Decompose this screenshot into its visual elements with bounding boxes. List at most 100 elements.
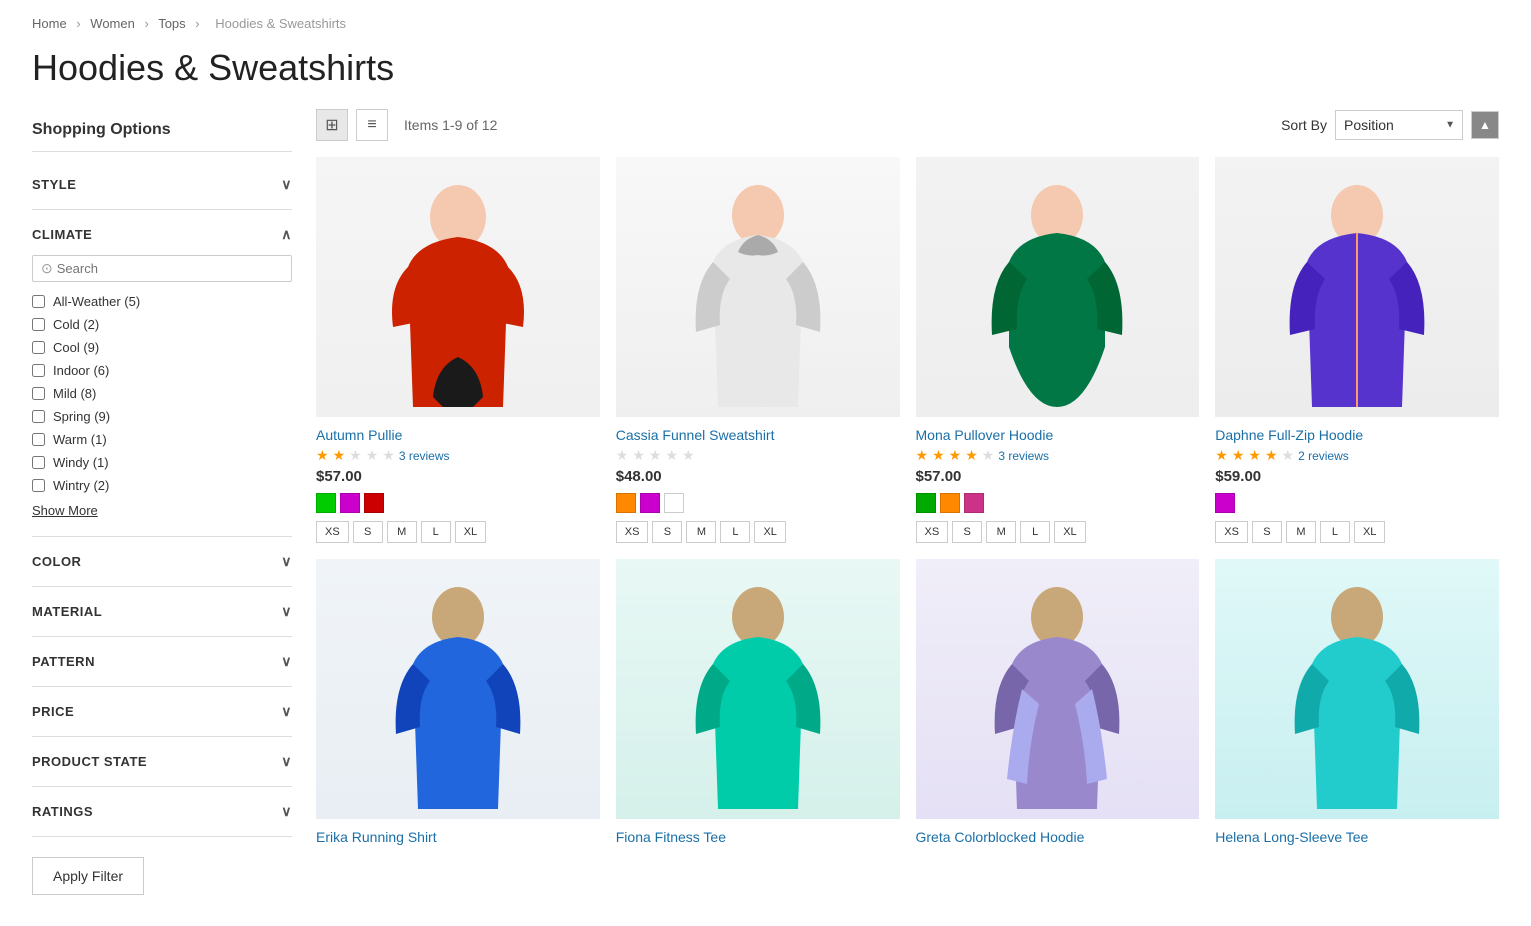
size-xl-cassia[interactable]: XL — [754, 521, 785, 543]
filter-color-toggle[interactable]: COLOR ∨ — [32, 549, 292, 574]
climate-option-mild[interactable]: Mild (8) — [32, 382, 292, 405]
sort-select[interactable]: Position Product Name Price — [1335, 110, 1463, 140]
size-s-autumn[interactable]: S — [353, 521, 383, 543]
climate-search-wrapper: ⊙ — [32, 255, 292, 282]
size-s-mona[interactable]: S — [952, 521, 982, 543]
product-name-7[interactable]: Greta Colorblocked Hoodie — [916, 829, 1200, 845]
climate-checkbox-warm[interactable] — [32, 433, 45, 446]
swatch-red-autumn[interactable] — [364, 493, 384, 513]
size-xl-mona[interactable]: XL — [1054, 521, 1085, 543]
climate-checkbox-cool[interactable] — [32, 341, 45, 354]
product-card-daphne: Daphne Full-Zip Hoodie ★ ★ ★ ★ ★ 2 revie… — [1215, 157, 1499, 543]
filter-color-label: COLOR — [32, 554, 81, 569]
review-link-autumn-pullie[interactable]: 3 reviews — [399, 449, 450, 463]
filter-product-state-section: PRODUCT STATE ∨ — [32, 737, 292, 787]
sort-asc-icon: ▲ — [1479, 118, 1491, 132]
breadcrumb-sep-2: › — [144, 16, 148, 31]
filter-pattern-label: PATTERN — [32, 654, 95, 669]
size-xs-daphne[interactable]: XS — [1215, 521, 1248, 543]
swatch-magenta-autumn[interactable] — [340, 493, 360, 513]
swatch-magenta-daphne[interactable] — [1215, 493, 1235, 513]
filter-color-section: COLOR ∨ — [32, 537, 292, 587]
page-title: Hoodies & Sweatshirts — [0, 47, 1531, 109]
size-l-autumn[interactable]: L — [421, 521, 451, 543]
size-l-daphne[interactable]: L — [1320, 521, 1350, 543]
product-name-cassia[interactable]: Cassia Funnel Sweatshirt — [616, 427, 900, 443]
filter-price-toggle[interactable]: PRICE ∨ — [32, 699, 292, 724]
list-view-button[interactable]: ≡ — [356, 109, 388, 141]
grid-view-button[interactable]: ⊞ — [316, 109, 348, 141]
product-image-8 — [1215, 559, 1499, 819]
breadcrumb-women[interactable]: Women — [90, 16, 135, 31]
breadcrumb-tops[interactable]: Tops — [158, 16, 185, 31]
size-m-daphne[interactable]: M — [1286, 521, 1316, 543]
apply-filter-button[interactable]: Apply Filter — [32, 857, 144, 895]
size-l-mona[interactable]: L — [1020, 521, 1050, 543]
climate-checkbox-all-weather[interactable] — [32, 295, 45, 308]
size-s-cassia[interactable]: S — [652, 521, 682, 543]
climate-checkbox-spring[interactable] — [32, 410, 45, 423]
size-m-autumn[interactable]: M — [387, 521, 417, 543]
climate-option-windy[interactable]: Windy (1) — [32, 451, 292, 474]
sizes-cassia: XS S M L XL — [616, 521, 900, 543]
climate-option-cold[interactable]: Cold (2) — [32, 313, 292, 336]
size-xl-daphne[interactable]: XL — [1354, 521, 1385, 543]
product-name-autumn-pullie[interactable]: Autumn Pullie — [316, 427, 600, 443]
product-figure-daphne — [1277, 167, 1437, 407]
sort-direction-button[interactable]: ▲ — [1471, 111, 1499, 139]
filter-ratings-toggle[interactable]: RATINGS ∨ — [32, 799, 292, 824]
climate-option-all-weather[interactable]: All-Weather (5) — [32, 290, 292, 313]
show-more-climate[interactable]: Show More — [32, 497, 292, 524]
filter-ratings-section: RATINGS ∨ — [32, 787, 292, 837]
product-name-5[interactable]: Erika Running Shirt — [316, 829, 600, 845]
swatch-green-autumn[interactable] — [316, 493, 336, 513]
swatch-magenta-cassia[interactable] — [640, 493, 660, 513]
climate-option-indoor[interactable]: Indoor (6) — [32, 359, 292, 382]
star-3: ★ — [349, 447, 362, 464]
climate-checkbox-mild[interactable] — [32, 387, 45, 400]
star-1: ★ — [1215, 447, 1228, 464]
filter-material-toggle[interactable]: MATERIAL ∨ — [32, 599, 292, 624]
swatch-orange-cassia[interactable] — [616, 493, 636, 513]
filter-style-toggle[interactable]: STYLE ∨ — [32, 172, 292, 197]
star-4: ★ — [366, 447, 379, 464]
size-m-mona[interactable]: M — [986, 521, 1016, 543]
review-link-daphne[interactable]: 2 reviews — [1298, 449, 1349, 463]
climate-search-input[interactable] — [57, 261, 283, 276]
product-name-8[interactable]: Helena Long-Sleeve Tee — [1215, 829, 1499, 845]
star-2: ★ — [1232, 447, 1245, 464]
size-s-daphne[interactable]: S — [1252, 521, 1282, 543]
climate-checkbox-wintry[interactable] — [32, 479, 45, 492]
climate-option-spring[interactable]: Spring (9) — [32, 405, 292, 428]
swatch-green-mona[interactable] — [916, 493, 936, 513]
price-autumn-pullie: $57.00 — [316, 468, 600, 485]
product-name-6[interactable]: Fiona Fitness Tee — [616, 829, 900, 845]
price-daphne: $59.00 — [1215, 468, 1499, 485]
filter-product-state-toggle[interactable]: PRODUCT STATE ∨ — [32, 749, 292, 774]
size-xs-cassia[interactable]: XS — [616, 521, 649, 543]
size-l-cassia[interactable]: L — [720, 521, 750, 543]
climate-option-wintry[interactable]: Wintry (2) — [32, 474, 292, 497]
climate-checkbox-windy[interactable] — [32, 456, 45, 469]
review-link-mona[interactable]: 3 reviews — [998, 449, 1049, 463]
size-m-cassia[interactable]: M — [686, 521, 716, 543]
swatch-pink-mona[interactable] — [964, 493, 984, 513]
breadcrumb-home[interactable]: Home — [32, 16, 67, 31]
swatch-white-cassia[interactable] — [664, 493, 684, 513]
filter-climate-label: CLIMATE — [32, 227, 92, 242]
swatch-orange-mona[interactable] — [940, 493, 960, 513]
climate-option-cool[interactable]: Cool (9) — [32, 336, 292, 359]
filter-material-label: MATERIAL — [32, 604, 102, 619]
climate-checkbox-indoor[interactable] — [32, 364, 45, 377]
swatches-autumn-pullie — [316, 493, 600, 513]
climate-option-warm[interactable]: Warm (1) — [32, 428, 292, 451]
size-xs-mona[interactable]: XS — [916, 521, 949, 543]
filter-pattern-toggle[interactable]: PATTERN ∨ — [32, 649, 292, 674]
product-name-mona[interactable]: Mona Pullover Hoodie — [916, 427, 1200, 443]
size-xs-autumn[interactable]: XS — [316, 521, 349, 543]
swatches-mona — [916, 493, 1200, 513]
product-name-daphne[interactable]: Daphne Full-Zip Hoodie — [1215, 427, 1499, 443]
climate-checkbox-cold[interactable] — [32, 318, 45, 331]
filter-climate-toggle[interactable]: CLIMATE ∧ — [32, 222, 292, 247]
size-xl-autumn[interactable]: XL — [455, 521, 486, 543]
